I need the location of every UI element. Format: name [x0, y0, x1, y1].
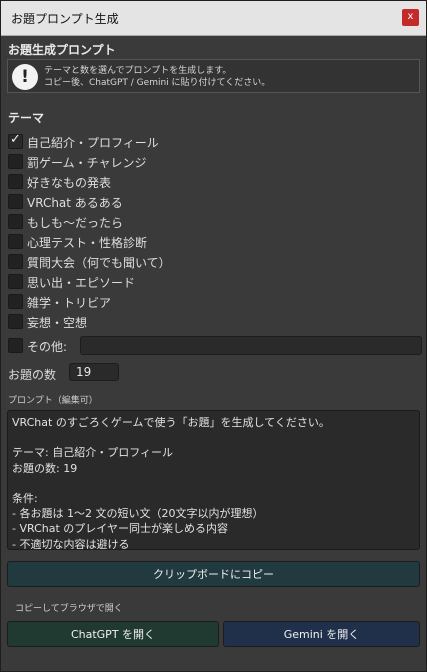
theme-row[interactable]: 思い出・エピソード — [7, 272, 420, 292]
open-chatgpt-button[interactable]: ChatGPT を開く — [7, 621, 219, 647]
copy-to-clipboard-button[interactable]: クリップボードにコピー — [7, 561, 420, 587]
theme-label: 妄想・空想 — [27, 316, 88, 330]
exclamation-icon: ! — [12, 64, 38, 90]
theme-row[interactable]: 質問大会（何でも聞いて） — [7, 252, 420, 272]
theme-label: 好きなもの発表 — [27, 176, 112, 190]
info-line-2: コピー後、ChatGPT / Gemini に貼り付けてください。 — [44, 78, 271, 88]
theme-checkbox[interactable] — [8, 154, 23, 169]
theme-row[interactable]: 罰ゲーム・チャレンジ — [7, 152, 420, 172]
theme-row[interactable]: VRChat あるある — [7, 192, 420, 212]
theme-row[interactable]: もしも〜だったら — [7, 212, 420, 232]
open-gemini-button[interactable]: Gemini を開く — [223, 621, 420, 647]
theme-label: 思い出・エピソード — [27, 276, 136, 290]
theme-label: もしも〜だったら — [27, 216, 124, 230]
count-label: お題の数 — [8, 368, 57, 382]
title-bar: お題プロンプト生成 x — [1, 1, 426, 36]
count-input[interactable]: 19 — [69, 363, 119, 381]
info-line-1: テーマと数を選んでプロンプトを生成します。 — [44, 66, 232, 76]
theme-checkbox[interactable] — [8, 294, 23, 309]
prompt-generator-window: お題プロンプト生成 x お題生成プロンプト ! テーマと数を選んでプロンプトを生… — [0, 0, 427, 672]
theme-row-other: その他: — [7, 336, 422, 356]
theme-row[interactable]: 妄想・空想 — [7, 312, 420, 332]
checkmark-icon: ✓ — [10, 132, 21, 147]
theme-checkbox[interactable] — [8, 274, 23, 289]
theme-checkbox-other[interactable] — [8, 338, 23, 353]
theme-label: 心理テスト・性格診断 — [27, 236, 148, 250]
theme-label: 自己紹介・プロフィール — [27, 136, 159, 150]
theme-row[interactable]: 心理テスト・性格診断 — [7, 232, 420, 252]
prompt-textarea[interactable]: VRChat のすごろくゲームで使う「お題」を生成してください。 テーマ: 自己… — [7, 410, 420, 550]
prompt-label: プロンプト（編集可） — [8, 396, 98, 406]
theme-checkbox[interactable] — [8, 214, 23, 229]
window-title: お題プロンプト生成 — [11, 12, 119, 26]
section-title-prompt: お題生成プロンプト — [8, 43, 116, 57]
theme-label: 質問大会（何でも聞いて） — [27, 256, 171, 270]
close-button[interactable]: x — [402, 9, 419, 26]
theme-checkbox[interactable] — [8, 254, 23, 269]
theme-row[interactable]: 雑学・トリビア — [7, 292, 420, 312]
theme-label: 罰ゲーム・チャレンジ — [27, 156, 147, 170]
theme-checkbox[interactable] — [8, 174, 23, 189]
theme-label: VRChat あるある — [27, 196, 123, 210]
section-title-theme: テーマ — [8, 111, 45, 125]
theme-checkbox[interactable]: ✓ — [8, 132, 23, 149]
info-box: ! テーマと数を選んでプロンプトを生成します。 コピー後、ChatGPT / G… — [7, 59, 420, 93]
theme-checkbox[interactable] — [8, 314, 23, 329]
theme-row[interactable]: 好きなもの発表 — [7, 172, 420, 192]
theme-label: 雑学・トリビア — [27, 296, 112, 310]
theme-checkbox[interactable] — [8, 234, 23, 249]
theme-other-input[interactable] — [80, 336, 422, 355]
theme-checkbox[interactable] — [8, 194, 23, 209]
theme-other-label: その他: — [27, 340, 68, 354]
copy-open-label: コピーしてブラウザで開く — [15, 604, 123, 614]
info-text: テーマと数を選んでプロンプトを生成します。 コピー後、ChatGPT / Gem… — [44, 65, 270, 89]
theme-row[interactable]: ✓ 自己紹介・プロフィール — [7, 132, 420, 152]
